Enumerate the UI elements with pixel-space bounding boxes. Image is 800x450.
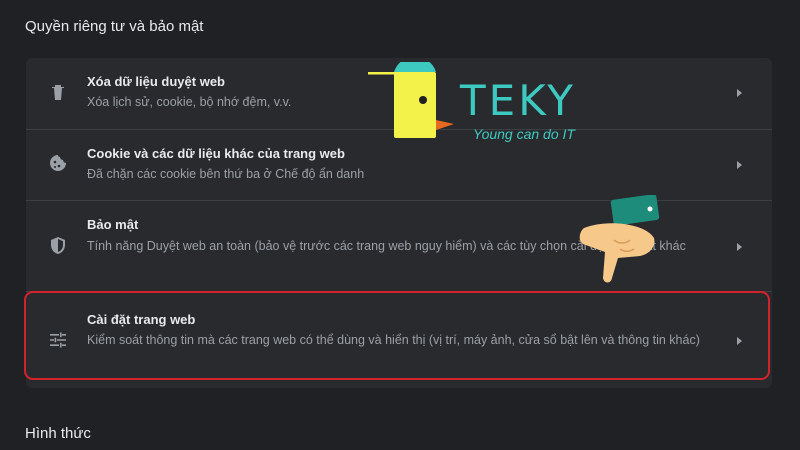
row-title: Xóa dữ liệu duyệt web <box>87 74 225 89</box>
cookie-icon <box>46 151 70 175</box>
row-title: Cookie và các dữ liệu khác của trang web <box>87 146 345 161</box>
section-title-privacy: Quyền riêng tư và bảo mật <box>25 18 204 35</box>
teky-tagline: Young can do IT <box>473 126 575 142</box>
section-title-appearance: Hình thức <box>25 425 91 442</box>
trash-icon <box>46 80 70 104</box>
teky-mascot-logo <box>368 62 454 138</box>
chevron-right-icon <box>737 89 742 97</box>
highlight-box <box>24 291 770 380</box>
shield-icon <box>46 233 70 257</box>
teky-brand-text: TEKY <box>460 76 576 125</box>
chevron-right-icon <box>737 243 742 251</box>
row-desc: Đã chặn các cookie bên thứ ba ở Chế độ ẩ… <box>87 167 365 181</box>
chevron-right-icon <box>737 161 742 169</box>
pointing-hand-icon <box>579 195 660 283</box>
row-title: Bảo mật <box>87 217 139 232</box>
